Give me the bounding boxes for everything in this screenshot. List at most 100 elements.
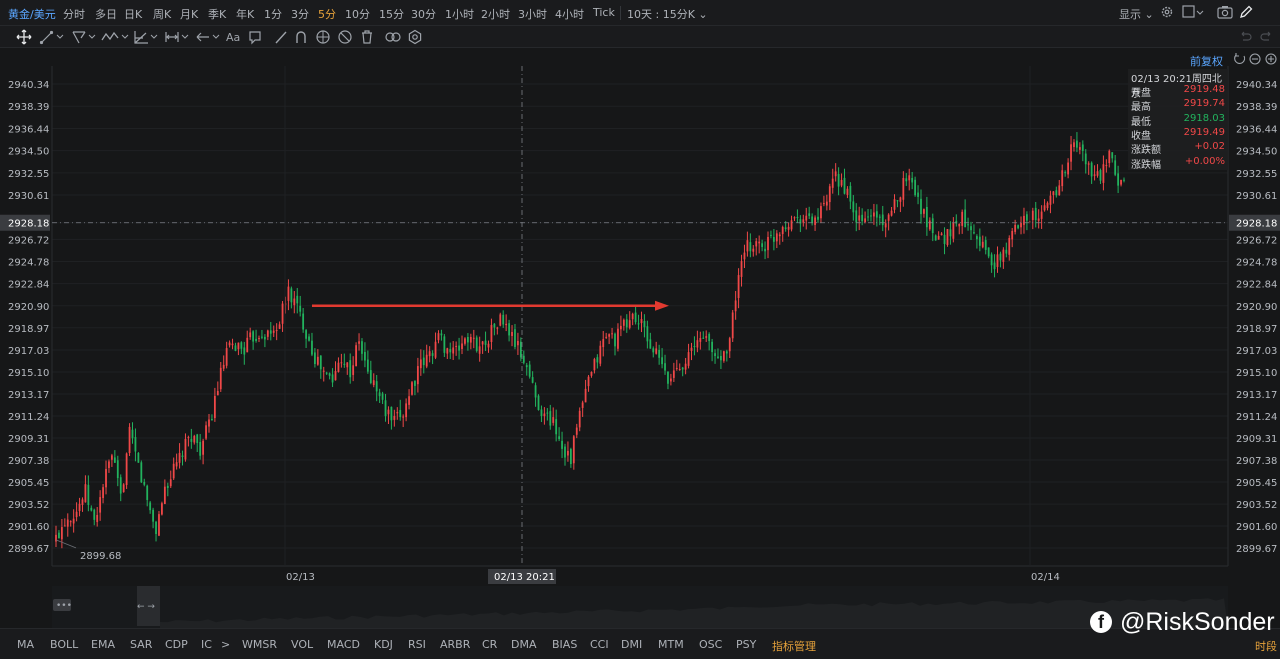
- period-0[interactable]: 分时: [63, 6, 85, 22]
- magnet-icon[interactable]: [294, 29, 308, 45]
- fibonacci-icon[interactable]: [133, 29, 159, 45]
- hide-icon[interactable]: [337, 29, 353, 45]
- tooltip-label: 最低: [1131, 116, 1151, 128]
- range-icon[interactable]: [164, 29, 190, 45]
- candle-body: [628, 320, 631, 328]
- period-6[interactable]: 年K: [236, 6, 254, 22]
- indicator-12[interactable]: ARBR: [440, 638, 470, 651]
- indicator-14[interactable]: DMA: [511, 638, 537, 651]
- camera-icon[interactable]: [1217, 5, 1233, 22]
- brush-icon[interactable]: [274, 29, 288, 45]
- period-3[interactable]: 周K: [153, 6, 171, 22]
- y-tick-label-left: 2934.50: [8, 147, 49, 158]
- eye-icon[interactable]: [315, 29, 331, 45]
- candle-body: [446, 348, 449, 354]
- indicator-0[interactable]: MA: [17, 638, 34, 651]
- candle-body: [543, 413, 546, 417]
- candle-body: [614, 333, 616, 347]
- trash-icon[interactable]: [360, 29, 374, 45]
- period-11[interactable]: 15分: [379, 6, 404, 22]
- candle-body: [469, 337, 472, 343]
- period-1[interactable]: 多日: [95, 6, 117, 22]
- time-navigator[interactable]: ••• ← →: [0, 586, 1280, 628]
- period-17[interactable]: Tick: [593, 6, 615, 19]
- chart-area[interactable]: 2940.34 2940.34 2938.39 2938.39 2936.44 2936.…: [0, 48, 1280, 586]
- period-8[interactable]: 3分: [291, 6, 309, 22]
- indicator-10[interactable]: KDJ: [374, 638, 393, 651]
- indicator-8[interactable]: VOL: [291, 638, 313, 651]
- period-15[interactable]: 3小时: [518, 6, 547, 22]
- adjust-mode-button[interactable]: 前复权: [1190, 53, 1223, 69]
- candle-body: [193, 435, 196, 443]
- period-9[interactable]: 5分: [318, 6, 336, 22]
- trendline-icon[interactable]: [39, 29, 65, 45]
- text-icon[interactable]: Aa: [226, 29, 240, 45]
- candle-body: [467, 337, 469, 343]
- indicator-3[interactable]: SAR: [130, 638, 152, 651]
- indicator-13[interactable]: CR: [482, 638, 497, 651]
- period-10[interactable]: 10分: [345, 6, 370, 22]
- candle-body: [1052, 191, 1055, 195]
- indicator-11[interactable]: RSI: [408, 638, 426, 651]
- candle-body: [1081, 144, 1084, 151]
- period-13[interactable]: 1小时: [445, 6, 474, 22]
- candle-body: [1058, 185, 1061, 196]
- candle-body: [667, 371, 669, 384]
- display-menu[interactable]: 显示 ⌄: [1119, 6, 1154, 22]
- period-12[interactable]: 30分: [411, 6, 436, 22]
- period-2[interactable]: 日K: [124, 6, 142, 22]
- arrow-icon[interactable]: [195, 29, 221, 45]
- candle-body: [878, 216, 881, 218]
- redo-icon[interactable]: [1260, 29, 1274, 45]
- period-5[interactable]: 季K: [208, 6, 226, 22]
- candle-body: [340, 362, 343, 364]
- period-7[interactable]: 1分: [264, 6, 282, 22]
- indicator-21[interactable]: 指标管理: [772, 638, 816, 654]
- candle-body: [755, 241, 758, 247]
- indicator-7[interactable]: WMSR: [242, 638, 277, 651]
- crosshair-icon[interactable]: [16, 29, 32, 45]
- channel-icon[interactable]: [71, 29, 97, 45]
- indicator-19[interactable]: OSC: [699, 638, 722, 651]
- indicator-17[interactable]: DMI: [621, 638, 642, 651]
- candle-body: [1105, 165, 1108, 167]
- indicator-20[interactable]: PSY: [736, 638, 756, 651]
- indicator-18[interactable]: MTM: [658, 638, 684, 651]
- indicator-5[interactable]: IC: [201, 638, 212, 651]
- indicator-2[interactable]: EMA: [91, 638, 115, 651]
- indicator-6[interactable]: >: [221, 638, 230, 651]
- candle-body: [328, 373, 331, 376]
- indicator-16[interactable]: CCI: [590, 638, 609, 651]
- range-select[interactable]: 10天 : 15分K ⌄: [627, 6, 708, 22]
- pencil-icon[interactable]: [1239, 5, 1253, 22]
- indicator-9[interactable]: MACD: [327, 638, 360, 651]
- settings-icon[interactable]: [407, 29, 423, 45]
- candle-body: [1055, 190, 1058, 196]
- candle-body: [187, 437, 190, 439]
- navigator-overview[interactable]: ••• ← →: [0, 586, 1280, 628]
- indicator-1[interactable]: BOLL: [50, 638, 78, 651]
- session-button[interactable]: 时段: [1255, 638, 1277, 654]
- candlestick-chart[interactable]: 2940.34 2940.34 2938.39 2938.39 2936.44 2936.…: [0, 48, 1280, 586]
- undo-icon[interactable]: [1238, 29, 1252, 45]
- note-icon[interactable]: [248, 29, 262, 45]
- symbol-label[interactable]: 黄金/美元: [8, 6, 56, 22]
- period-16[interactable]: 4小时: [555, 6, 584, 22]
- candle-body: [790, 220, 793, 230]
- candle-body: [440, 333, 443, 336]
- period-4[interactable]: 月K: [180, 6, 198, 22]
- wave-icon[interactable]: [101, 29, 131, 45]
- period-14[interactable]: 2小时: [481, 6, 510, 22]
- indicator-4[interactable]: CDP: [165, 638, 188, 651]
- link-icon[interactable]: [384, 29, 402, 45]
- zoom-out-icon[interactable]: [1249, 53, 1261, 65]
- candle-body: [973, 232, 975, 234]
- candle-body: [75, 511, 78, 518]
- checkbox-icon[interactable]: [1182, 5, 1204, 22]
- candle-body: [817, 216, 819, 220]
- indicator-15[interactable]: BIAS: [552, 638, 577, 651]
- candle-body: [990, 254, 993, 266]
- gear-icon[interactable]: [1160, 5, 1174, 22]
- reset-icon[interactable]: [1234, 53, 1246, 64]
- zoom-in-icon[interactable]: [1265, 53, 1277, 65]
